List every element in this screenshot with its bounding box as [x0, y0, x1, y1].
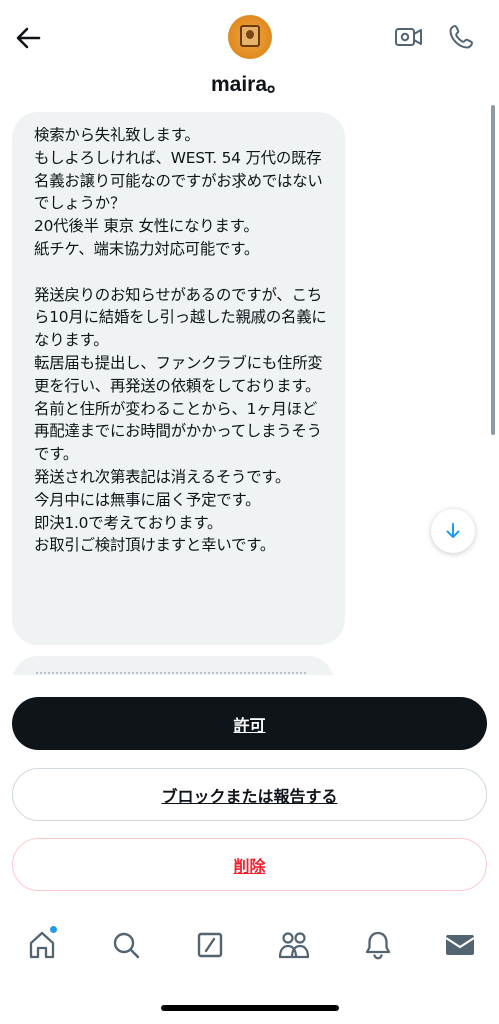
scroll-down-button[interactable] [431, 509, 475, 553]
compose-icon[interactable] [192, 927, 228, 963]
back-arrow-icon[interactable] [10, 20, 46, 56]
notifications-icon[interactable] [360, 927, 396, 963]
avatar[interactable] [228, 15, 272, 59]
delete-button[interactable]: 削除 [12, 838, 487, 891]
message-thread[interactable]: 検索から失礼致します。 もしよろしければ、WEST. 54 万代の既存名義お譲り… [0, 100, 499, 675]
scrollbar[interactable] [491, 105, 495, 435]
message-bubble[interactable]: 検索から失礼致します。 もしよろしければ、WEST. 54 万代の既存名義お譲り… [12, 112, 345, 645]
home-indicator [161, 1005, 339, 1011]
conversation-header: maira。 [0, 0, 499, 100]
allow-button[interactable]: 許可 [12, 697, 487, 750]
arrow-down-icon [446, 523, 460, 538]
message-text: 検索から失礼致します。 もしよろしければ、WEST. 54 万代の既存名義お譲り… [34, 126, 327, 555]
communities-icon[interactable] [276, 927, 312, 963]
notification-dot [49, 925, 58, 934]
search-icon[interactable] [108, 927, 144, 963]
phone-icon[interactable] [446, 22, 476, 52]
block-report-button[interactable]: ブロックまたは報告する [12, 768, 487, 821]
video-call-icon[interactable] [394, 22, 424, 52]
bottom-nav [0, 912, 499, 978]
username[interactable]: maira。 [0, 68, 499, 98]
message-bubble-partial[interactable] [12, 656, 334, 675]
messages-icon[interactable] [442, 927, 478, 963]
